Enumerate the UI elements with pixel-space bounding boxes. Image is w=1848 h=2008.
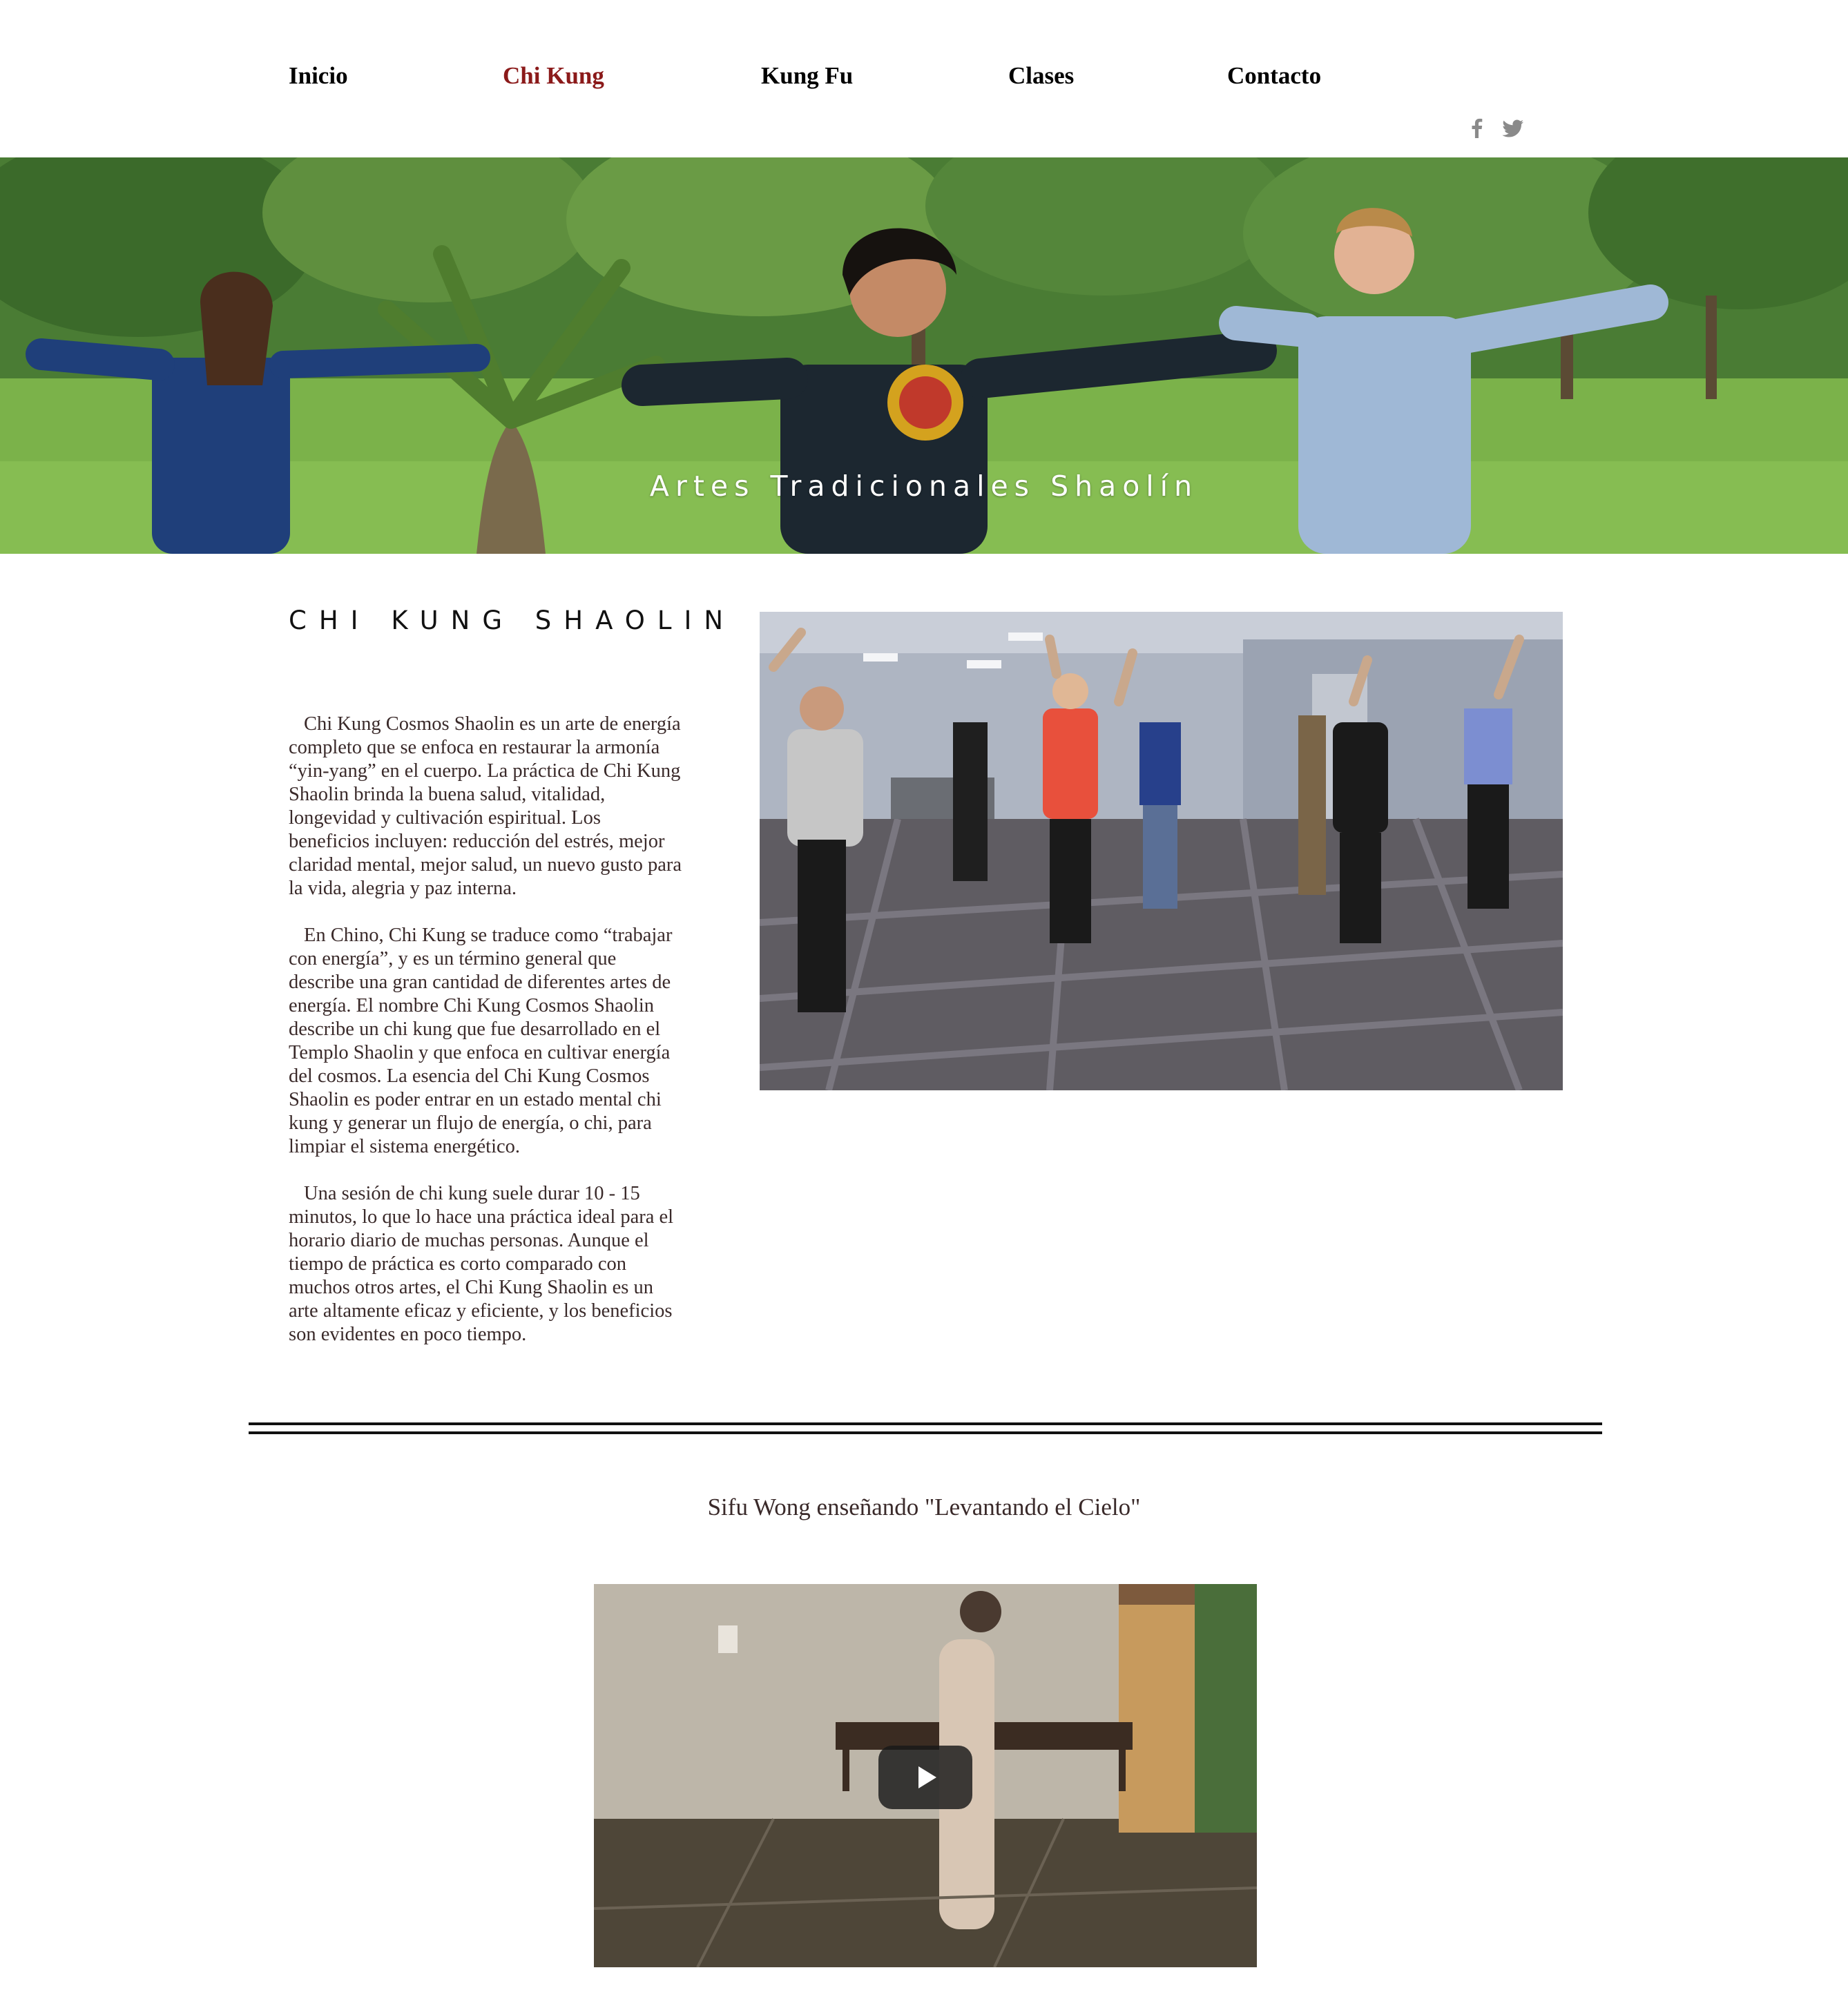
nav-item-kung-fu[interactable]: Kung Fu: [761, 62, 853, 90]
section-title: CHI KUNG SHAOLIN: [289, 606, 736, 635]
hero-banner: Artes Tradicionales Shaolín: [0, 157, 1848, 554]
nav-item-clases[interactable]: Clases: [1008, 62, 1074, 90]
section-divider: [249, 1431, 1602, 1434]
description-paragraph: Una sesión de chi kung suele durar 10 - …: [289, 1183, 674, 1345]
class-photo-image: [760, 612, 1563, 1090]
nav-item-inicio[interactable]: Inicio: [289, 62, 348, 90]
nav-item-chi-kung[interactable]: Chi Kung: [503, 62, 604, 90]
facebook-icon[interactable]: [1467, 117, 1488, 138]
section-divider: [249, 1422, 1602, 1425]
description-paragraph: Chi Kung Cosmos Shaolin es un arte de en…: [289, 713, 682, 899]
play-button[interactable]: [878, 1746, 972, 1809]
play-icon: [918, 1766, 936, 1788]
chi-kung-description: Chi Kung Cosmos Shaolin es un arte de en…: [289, 713, 682, 1370]
hero-title: Artes Tradicionales Shaolín: [649, 470, 1199, 503]
nav-item-contacto[interactable]: Contacto: [1227, 62, 1321, 90]
twitter-icon[interactable]: [1502, 117, 1523, 138]
class-photo: [760, 612, 1563, 1090]
video-player[interactable]: [594, 1584, 1257, 1967]
top-navigation: Inicio Chi Kung Kung Fu Clases Contacto: [0, 0, 1848, 157]
video-caption: Sifu Wong enseñando "Levantando el Cielo…: [707, 1494, 1141, 1521]
description-paragraph: En Chino, Chi Kung se traduce como “trab…: [289, 925, 673, 1157]
